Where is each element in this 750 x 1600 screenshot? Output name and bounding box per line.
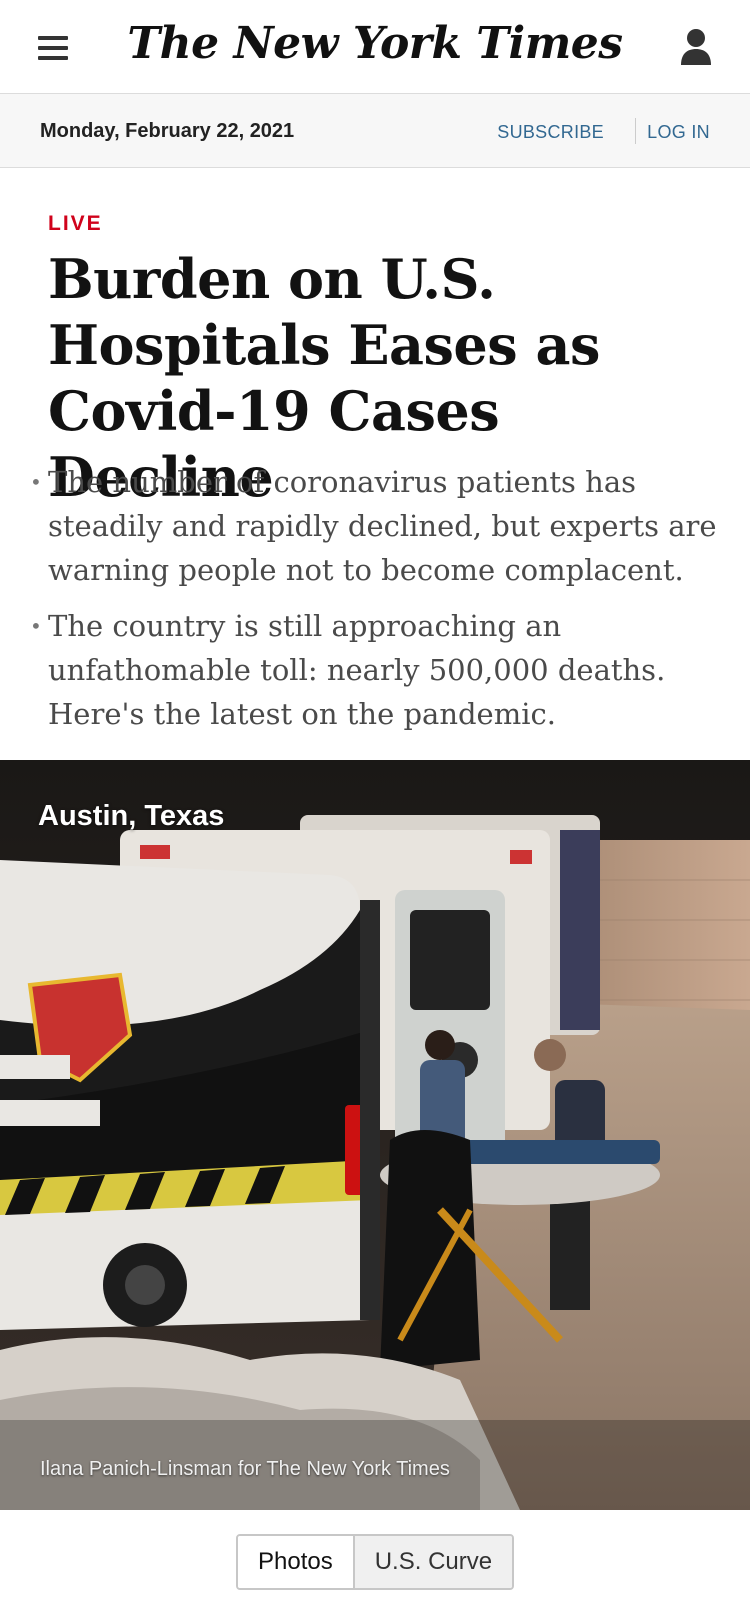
- current-date: Monday, February 22, 2021: [40, 120, 295, 142]
- media-tabs: Photos U.S. Curve: [236, 1534, 515, 1590]
- user-account-icon[interactable]: [680, 28, 712, 66]
- summary-bullet: The country is still approaching an unfa…: [30, 604, 730, 736]
- photo-location-label: Austin, Texas: [38, 800, 225, 832]
- site-logo[interactable]: The New York Times: [0, 18, 750, 69]
- photo-credit: Ilana Panich-Linsman for The New York Ti…: [40, 1458, 450, 1480]
- summary-list: The number of coronavirus patients has s…: [30, 460, 730, 748]
- tab-us-curve[interactable]: U.S. Curve: [354, 1536, 513, 1588]
- lead-photo[interactable]: [0, 760, 750, 1510]
- subscribe-link[interactable]: SUBSCRIBE: [497, 122, 604, 143]
- login-link[interactable]: LOG IN: [647, 122, 710, 143]
- date-bar: Monday, February 22, 2021 SUBSCRIBE LOG …: [0, 94, 750, 168]
- link-divider: [635, 118, 636, 144]
- top-navigation-bar: The New York Times: [0, 0, 750, 94]
- live-label: LIVE: [48, 212, 103, 235]
- tab-photos[interactable]: Photos: [238, 1536, 355, 1588]
- summary-bullet: The number of coronavirus patients has s…: [30, 460, 730, 592]
